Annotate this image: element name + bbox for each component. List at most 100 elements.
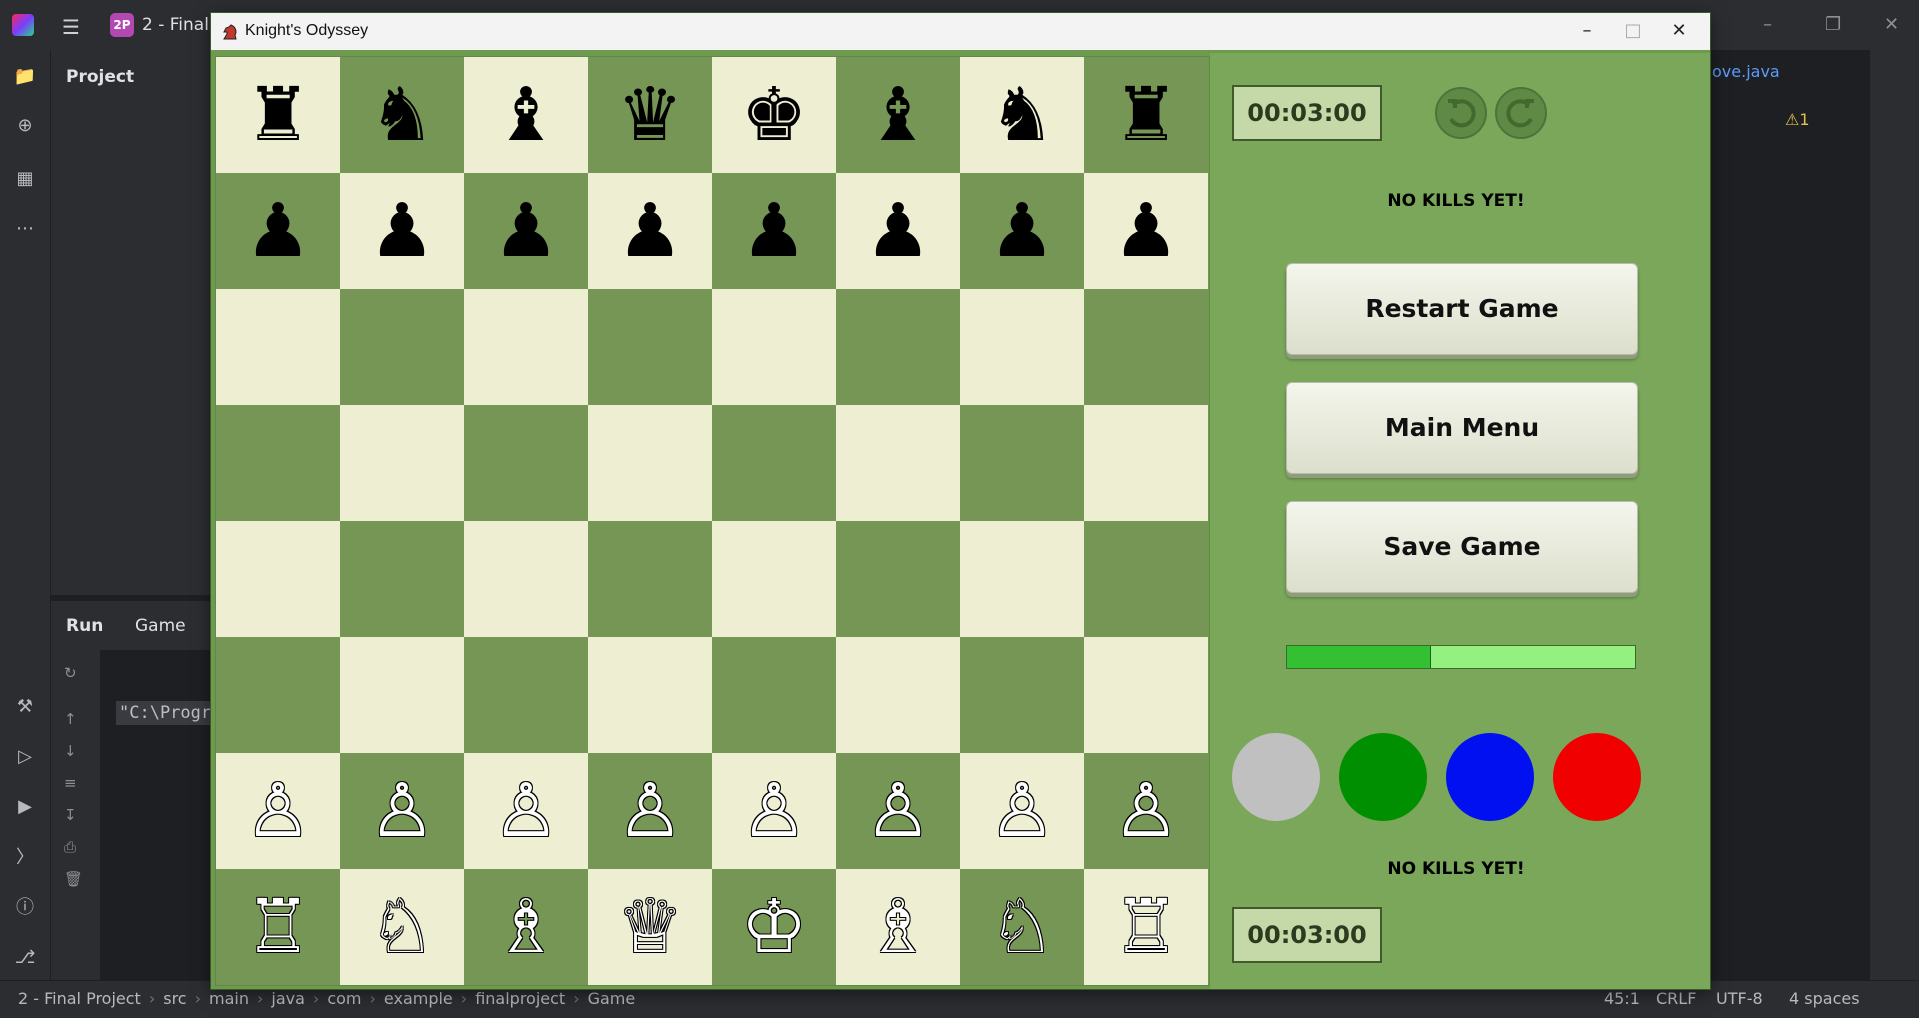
main-menu-icon[interactable]: ☰	[62, 15, 80, 39]
chess-piece[interactable]: ♘	[369, 890, 435, 964]
terminal-icon[interactable]: 〉	[12, 845, 38, 871]
chess-piece[interactable]: ♟	[245, 194, 311, 268]
chess-piece[interactable]: ♙	[989, 774, 1055, 848]
caret-position[interactable]: 45:1	[1604, 989, 1640, 1008]
board-square[interactable]	[960, 289, 1084, 405]
theme-swatch-red[interactable]	[1553, 733, 1641, 821]
board-square[interactable]	[464, 521, 588, 637]
board-square[interactable]	[464, 637, 588, 753]
project-panel-title[interactable]: Project	[66, 67, 134, 87]
window-maximize-button[interactable]: □	[1610, 17, 1656, 45]
breadcrumb-item[interactable]: finalproject	[475, 989, 565, 1008]
board-square[interactable]: ♟	[588, 173, 712, 289]
board-square[interactable]	[1084, 405, 1208, 521]
scroll-up-icon[interactable]: ↑	[64, 710, 77, 728]
warning-indicator[interactable]: ⚠1	[1785, 110, 1810, 129]
board-square[interactable]	[960, 637, 1084, 753]
breadcrumb-item[interactable]: Game	[588, 989, 636, 1008]
board-square[interactable]	[588, 289, 712, 405]
board-square[interactable]: ♟	[960, 173, 1084, 289]
board-square[interactable]: ♖	[1084, 869, 1208, 985]
window-title-bar[interactable]: Knight's Odyssey – □ ✕	[211, 13, 1710, 50]
breadcrumb-item[interactable]: main	[209, 989, 249, 1008]
chess-piece[interactable]: ♝	[493, 78, 559, 152]
board-square[interactable]	[836, 521, 960, 637]
run-tab[interactable]: Run	[66, 616, 103, 636]
board-square[interactable]	[340, 405, 464, 521]
chess-piece[interactable]: ♙	[1113, 774, 1179, 848]
chess-piece[interactable]: ♖	[245, 890, 311, 964]
board-square[interactable]: ♛	[588, 57, 712, 173]
board-square[interactable]	[588, 405, 712, 521]
board-square[interactable]	[712, 289, 836, 405]
editor-tab[interactable]: ove.java	[1712, 62, 1780, 81]
indent-setting[interactable]: 4 spaces	[1789, 989, 1860, 1008]
board-square[interactable]	[340, 289, 464, 405]
window-minimize-button[interactable]: –	[1564, 17, 1610, 45]
game-run-tab[interactable]: Game	[135, 616, 186, 636]
board-square[interactable]	[1084, 521, 1208, 637]
board-square[interactable]	[588, 637, 712, 753]
board-square[interactable]: ♚	[712, 57, 836, 173]
board-square[interactable]: ♟	[1084, 173, 1208, 289]
board-square[interactable]	[712, 521, 836, 637]
board-square[interactable]	[464, 289, 588, 405]
file-encoding[interactable]: UTF-8	[1716, 989, 1763, 1008]
print-icon[interactable]: ⎙	[64, 838, 76, 856]
project-title[interactable]: 2 - Final	[142, 15, 209, 35]
board-square[interactable]	[960, 521, 1084, 637]
chess-piece[interactable]: ♙	[493, 774, 559, 848]
folder-icon[interactable]: 📁	[12, 64, 38, 90]
board-square[interactable]: ♙	[588, 753, 712, 869]
theme-swatch-green[interactable]	[1339, 733, 1427, 821]
more-icon[interactable]: ⋯	[12, 216, 38, 242]
board-square[interactable]: ♟	[464, 173, 588, 289]
board-square[interactable]: ♞	[960, 57, 1084, 173]
wrap-icon[interactable]: ≡	[64, 774, 77, 792]
board-square[interactable]: ♘	[960, 869, 1084, 985]
chess-piece[interactable]: ♕	[617, 890, 683, 964]
chess-piece[interactable]: ♞	[369, 78, 435, 152]
board-square[interactable]	[1084, 637, 1208, 753]
board-square[interactable]: ♙	[712, 753, 836, 869]
board-square[interactable]: ♖	[216, 869, 340, 985]
rerun-icon[interactable]: ↻	[64, 664, 77, 682]
board-square[interactable]: ♞	[340, 57, 464, 173]
breadcrumb-item[interactable]: src	[163, 989, 186, 1008]
scroll-down-icon[interactable]: ↓	[64, 742, 77, 760]
board-square[interactable]: ♟	[216, 173, 340, 289]
scroll-end-icon[interactable]: ↧	[64, 806, 77, 824]
board-square[interactable]: ♙	[464, 753, 588, 869]
board-square[interactable]	[836, 637, 960, 753]
chess-piece[interactable]: ♗	[493, 890, 559, 964]
board-square[interactable]: ♟	[712, 173, 836, 289]
chess-piece[interactable]: ♟	[741, 194, 807, 268]
redo-button[interactable]	[1495, 87, 1547, 139]
board-square[interactable]: ♙	[1084, 753, 1208, 869]
board-square[interactable]: ♝	[464, 57, 588, 173]
ide-minimize-icon[interactable]: –	[1763, 14, 1772, 35]
board-square[interactable]	[1084, 289, 1208, 405]
build-icon[interactable]: ⚒	[12, 694, 38, 720]
chess-piece[interactable]: ♝	[865, 78, 931, 152]
board-square[interactable]: ♜	[1084, 57, 1208, 173]
problems-icon[interactable]: ⓘ	[12, 895, 38, 921]
board-square[interactable]	[836, 405, 960, 521]
chess-piece[interactable]: ♙	[865, 774, 931, 848]
chess-piece[interactable]: ♙	[741, 774, 807, 848]
intellij-logo-icon[interactable]	[12, 14, 34, 36]
board-square[interactable]: ♙	[836, 753, 960, 869]
board-square[interactable]: ♝	[836, 57, 960, 173]
board-square[interactable]	[464, 405, 588, 521]
line-separator[interactable]: CRLF	[1656, 989, 1696, 1008]
board-square[interactable]	[216, 521, 340, 637]
breadcrumb-item[interactable]: 2 - Final Project	[18, 989, 141, 1008]
structure-icon[interactable]: ▦	[12, 166, 38, 192]
main-menu-button[interactable]: Main Menu	[1286, 382, 1638, 474]
chess-piece[interactable]: ♜	[245, 78, 311, 152]
board-square[interactable]	[712, 637, 836, 753]
run-icon[interactable]: ▶	[12, 794, 38, 820]
project-badge[interactable]: 2P	[110, 13, 134, 37]
chess-piece[interactable]: ♛	[617, 78, 683, 152]
git-icon[interactable]: ⎇	[12, 945, 38, 971]
